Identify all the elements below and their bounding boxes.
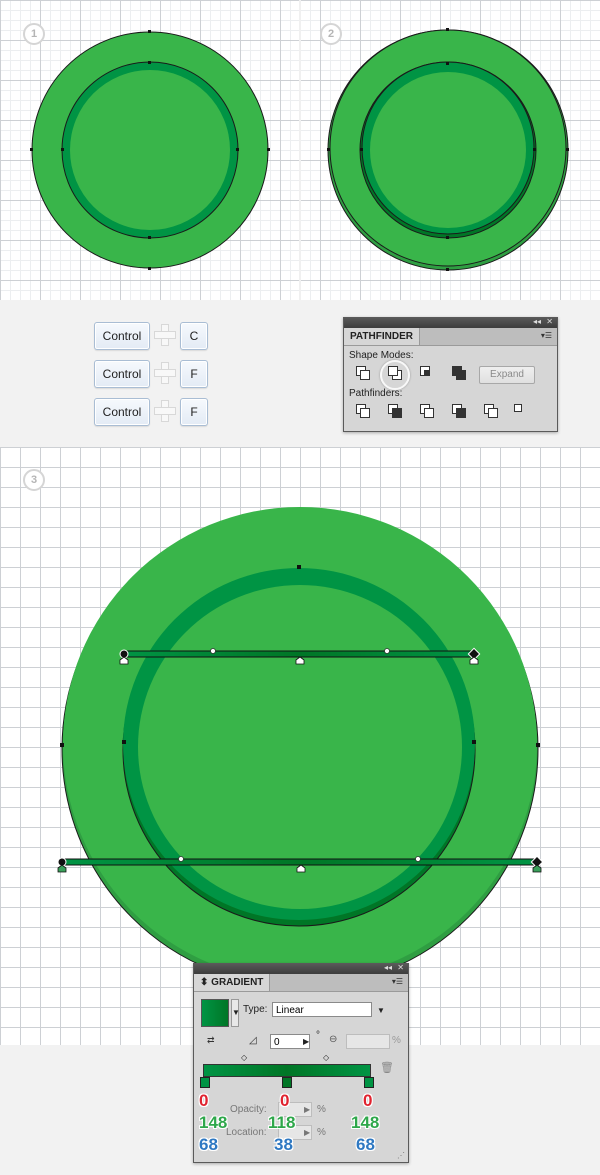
gradient-stop-left[interactable] — [200, 1077, 210, 1088]
opacity-percent: % — [317, 1104, 326, 1115]
gradient-slider-bar[interactable] — [203, 1064, 371, 1077]
plus-icon — [154, 400, 176, 422]
crop-icon[interactable] — [452, 404, 466, 418]
swatch-dropdown-icon[interactable]: ▼ — [232, 1008, 240, 1017]
stop-3-r-value: 0 — [363, 1091, 373, 1110]
stop-2-b-value: 38 — [274, 1135, 293, 1154]
reverse-gradient-icon[interactable]: ⇄ — [207, 1035, 215, 1046]
tab-pathfinder[interactable]: PATHFINDER — [344, 328, 420, 345]
divide-icon[interactable] — [356, 404, 370, 418]
plate-1 — [30, 30, 270, 270]
outline-icon[interactable] — [484, 404, 498, 418]
gradient-stop-middle[interactable] — [282, 1077, 292, 1088]
pathfinders-label: Pathfinders: — [349, 388, 403, 399]
gradient-swatch[interactable] — [201, 999, 229, 1027]
minus-back-icon[interactable] — [514, 404, 528, 418]
stop-1-g-value: 148 — [199, 1113, 228, 1132]
plate-2 — [327, 28, 569, 271]
collapse-icon[interactable]: ◂◂ — [384, 963, 392, 972]
plate-1-inner — [70, 70, 230, 230]
merge-icon[interactable] — [420, 404, 434, 418]
gradient-panel: ◂◂ ✕ ⬍ GRADIENT ▾☰ ▼ Type: Linear ▼ ⇄ ◿ … — [193, 963, 409, 1163]
panel-titlebar: ◂◂ ✕ — [344, 317, 557, 328]
c-key: C — [180, 322, 208, 350]
opacity-label: Opacity: — [230, 1104, 267, 1115]
f-key: F — [180, 398, 208, 426]
pathfinder-panel: ◂◂ ✕ PATHFINDER ▾☰ Shape Modes: Expand P… — [343, 317, 558, 432]
control-key: Control — [94, 322, 150, 350]
aspect-ratio-icon: ⊖ — [329, 1034, 338, 1045]
gradient-stop-right[interactable] — [364, 1077, 374, 1088]
collapse-icon[interactable]: ◂◂ — [533, 317, 541, 326]
minus-front-icon[interactable] — [388, 366, 402, 380]
stop-2-g-value: 118 — [268, 1113, 296, 1132]
plate-3-illustration — [57, 507, 544, 987]
tab-gradient[interactable]: ⬍ GRADIENT — [194, 974, 271, 991]
aspect-ratio-input[interactable] — [346, 1034, 390, 1049]
location-label: Location: — [226, 1127, 267, 1138]
opacity-stepper-icon[interactable]: ▶ — [304, 1105, 310, 1114]
tab-gradient-label: GRADIENT — [211, 977, 264, 988]
panel-menu-icon[interactable]: ▾☰ — [541, 331, 552, 340]
stop-1-b-value: 68 — [199, 1135, 218, 1154]
shape-modes-label: Shape Modes: — [349, 350, 414, 361]
panel-titlebar: ◂◂ ✕ — [194, 963, 408, 974]
stop-3-b-value: 68 — [356, 1135, 375, 1154]
delete-stop-icon[interactable]: 🗑 — [380, 1061, 394, 1074]
panel-menu-icon[interactable]: ▾☰ — [392, 977, 403, 986]
location-percent: % — [317, 1127, 326, 1138]
chevron-down-icon[interactable]: ▼ — [377, 1006, 385, 1015]
angle-stepper-icon[interactable]: ▶ — [303, 1037, 309, 1046]
expand-button[interactable]: Expand — [479, 366, 535, 384]
intersect-icon[interactable] — [420, 366, 434, 380]
location-stepper-icon[interactable]: ▶ — [304, 1128, 310, 1137]
close-icon[interactable]: ✕ — [546, 317, 553, 326]
degree-symbol: ° — [316, 1030, 320, 1041]
panel-tabrow: ⬍ GRADIENT ▾☰ — [194, 974, 408, 992]
unite-icon[interactable] — [356, 366, 370, 380]
resize-grip-icon[interactable]: ⋰ — [397, 1151, 405, 1160]
control-key: Control — [94, 398, 150, 426]
midpoint-diamond-right[interactable]: ◇ — [323, 1053, 329, 1062]
aspect-percent: % — [392, 1035, 401, 1046]
trim-icon[interactable] — [388, 404, 402, 418]
tab-arrows-icon: ⬍ — [200, 977, 209, 988]
plate-2-inner — [370, 72, 526, 228]
type-select[interactable]: Linear — [272, 1002, 372, 1017]
midpoint-diamond-left[interactable]: ◇ — [241, 1053, 247, 1062]
close-icon[interactable]: ✕ — [397, 963, 404, 972]
panel-tabrow: PATHFINDER ▾☰ — [344, 328, 557, 346]
f-key: F — [180, 360, 208, 388]
control-key: Control — [94, 360, 150, 388]
stop-3-g-value: 148 — [351, 1113, 380, 1132]
angle-icon: ◿ — [249, 1035, 257, 1046]
plus-icon — [154, 324, 176, 346]
stop-1-r-value: 0 — [199, 1091, 209, 1110]
stop-2-r-value: 0 — [280, 1091, 290, 1110]
plate-illustrations — [30, 28, 569, 271]
type-label: Type: — [243, 1004, 268, 1015]
exclude-icon[interactable] — [452, 366, 466, 380]
plus-icon — [154, 362, 176, 384]
